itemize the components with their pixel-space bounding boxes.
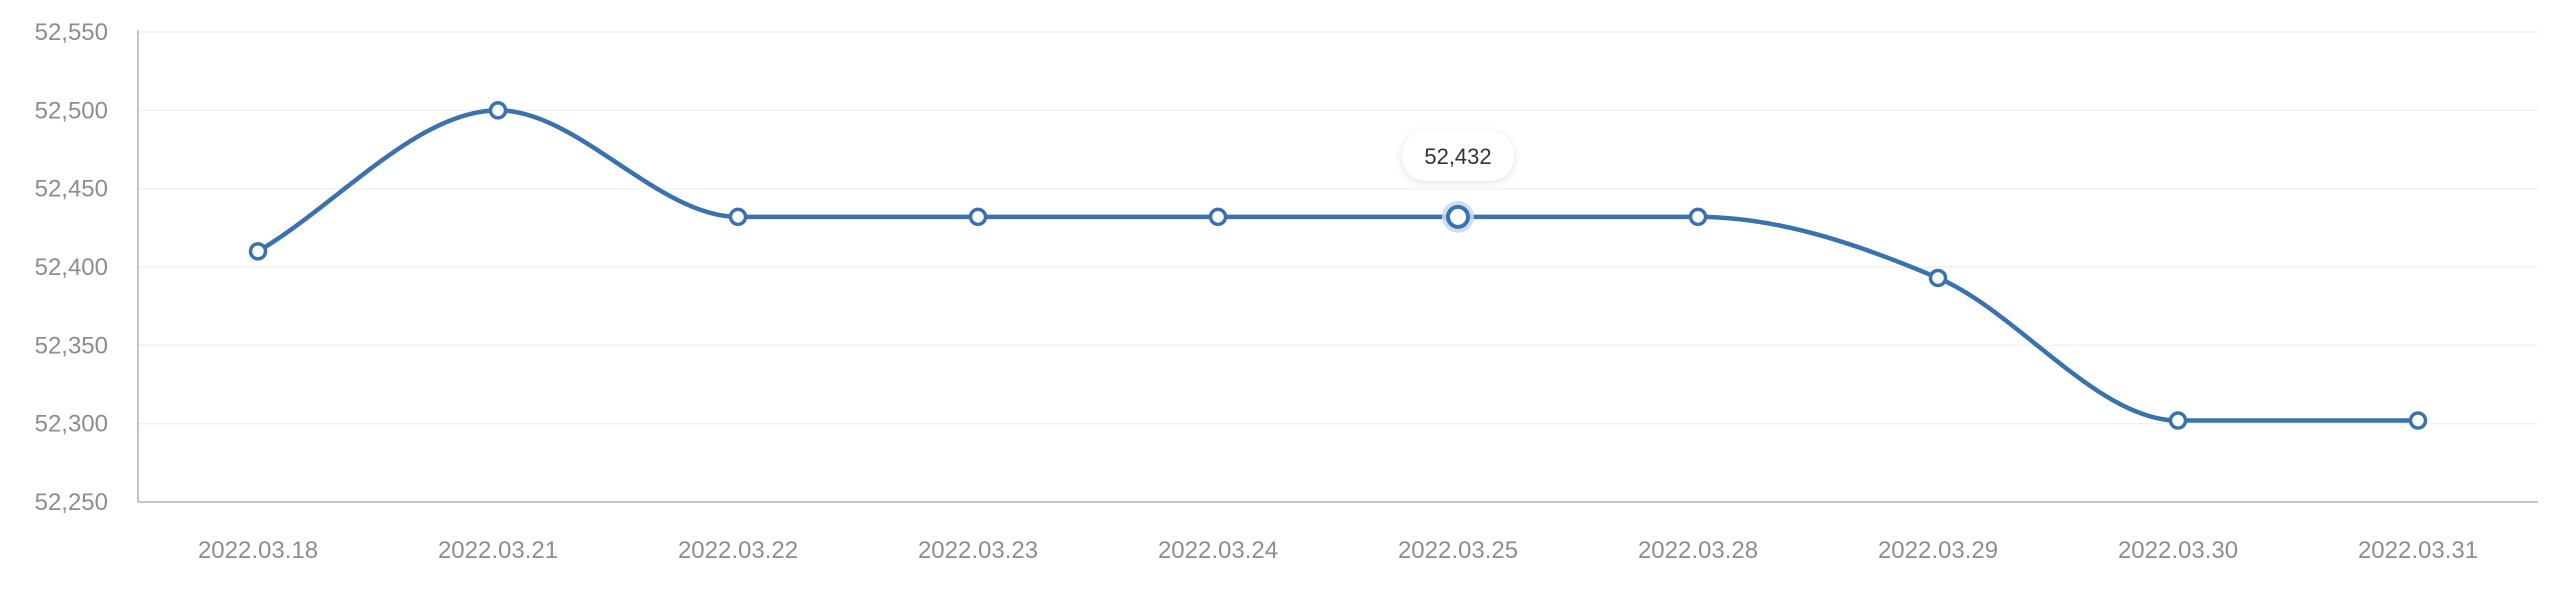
data-point[interactable]	[728, 207, 748, 227]
x-tick-label: 2022.03.28	[1638, 537, 1758, 564]
data-point[interactable]	[2408, 411, 2428, 430]
data-point[interactable]	[488, 101, 508, 120]
x-tick-label: 2022.03.21	[438, 537, 558, 564]
x-tick-label: 2022.03.22	[678, 537, 798, 564]
data-point[interactable]	[1208, 207, 1228, 227]
series-line-group	[255, 108, 2421, 423]
tooltip: 52,432	[1402, 130, 1514, 181]
y-axis-ticks: 52,250 52,300 52,350 52,400 52,450 52,500 52,5…	[35, 19, 108, 516]
axes	[137, 30, 2538, 503]
data-point[interactable]	[2168, 411, 2188, 430]
x-tick-label: 2022.03.24	[1158, 537, 1278, 564]
series-markers	[248, 101, 2428, 430]
tooltip-value: 52,432	[1424, 144, 1491, 169]
x-tick-label: 2022.03.29	[1878, 537, 1998, 564]
y-tick-label: 52,450	[35, 176, 108, 203]
y-tick-label: 52,300	[35, 411, 108, 438]
x-axis-ticks: 2022.03.18 2022.03.21 2022.03.22 2022.03.23…	[198, 537, 2478, 564]
chart-canvas: 52,250 52,300 52,350 52,400 52,450 52,500 52,5…	[35, 19, 2538, 564]
series-line	[255, 108, 2421, 423]
data-point-highlighted[interactable]	[1446, 204, 1470, 229]
x-tick-label: 2022.03.18	[198, 537, 318, 564]
y-tick-label: 52,500	[35, 97, 108, 124]
data-point[interactable]	[1928, 268, 1948, 288]
x-tick-label: 2022.03.23	[918, 537, 1038, 564]
data-point[interactable]	[1688, 207, 1708, 227]
x-tick-label: 2022.03.25	[1398, 537, 1518, 564]
grid-lines	[138, 31, 2538, 425]
x-tick-label: 2022.03.30	[2118, 537, 2238, 564]
line-chart: 52,250 52,300 52,350 52,400 52,450 52,500 52,5…	[0, 0, 2568, 606]
x-tick-label: 2022.03.31	[2358, 537, 2478, 564]
y-tick-label: 52,350	[35, 332, 108, 359]
y-tick-label: 52,400	[35, 254, 108, 281]
y-tick-label: 52,550	[35, 19, 108, 46]
y-tick-label: 52,250	[35, 489, 108, 516]
data-point[interactable]	[968, 207, 988, 227]
data-point[interactable]	[248, 242, 268, 261]
